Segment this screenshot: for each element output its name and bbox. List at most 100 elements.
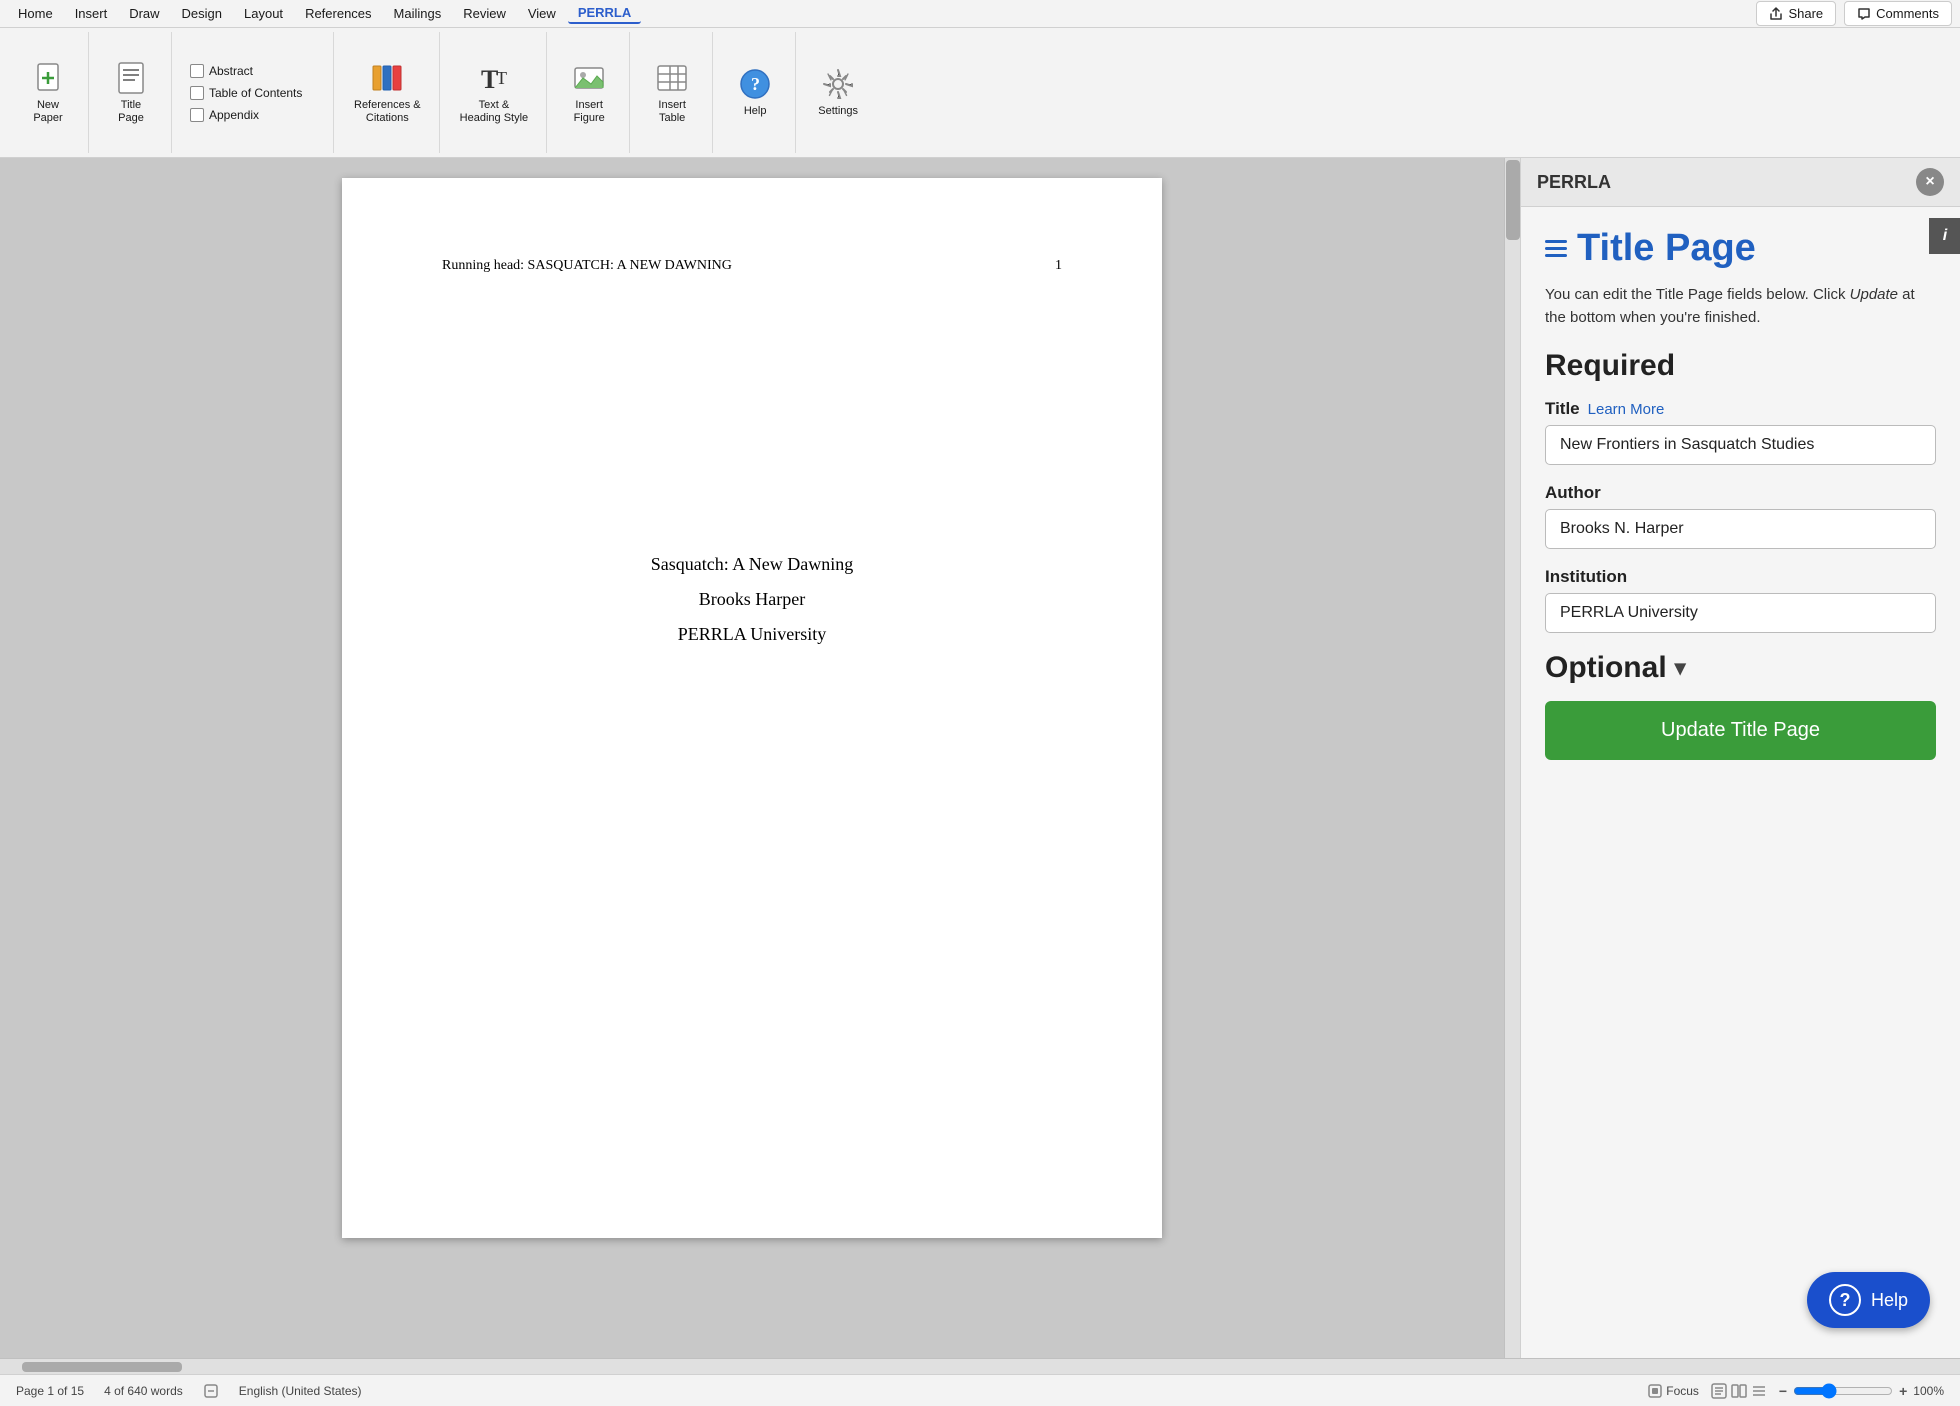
h-scrollbar-thumb[interactable] xyxy=(22,1362,182,1372)
required-heading: Required xyxy=(1545,349,1936,383)
main-area: Running head: SASQUATCH: A NEW DAWNING 1… xyxy=(0,158,1960,1358)
ribbon-group-new-paper: NewPaper xyxy=(8,32,89,153)
ribbon-group-title-page: TitlePage xyxy=(91,32,172,153)
references-citations-button[interactable]: References &Citations xyxy=(346,54,429,131)
references-citations-label: References &Citations xyxy=(354,99,421,125)
toc-label: Table of Contents xyxy=(209,86,302,100)
document-page: Running head: SASQUATCH: A NEW DAWNING 1… xyxy=(342,178,1162,1238)
menu-home[interactable]: Home xyxy=(8,4,63,23)
title-page-icon xyxy=(113,60,149,96)
menu-design[interactable]: Design xyxy=(172,4,232,23)
text-icon: T T xyxy=(476,60,512,96)
optional-chevron-icon: ▾ xyxy=(1675,655,1686,681)
abstract-checkbox[interactable] xyxy=(190,64,204,78)
status-bar: Page 1 of 15 4 of 640 words English (Uni… xyxy=(0,1374,1960,1406)
update-title-page-button[interactable]: Update Title Page xyxy=(1545,701,1936,760)
language: English (United States) xyxy=(239,1384,362,1398)
zoom-level: 100% xyxy=(1913,1384,1944,1398)
panel-section-title: Title Page xyxy=(1545,227,1936,270)
panel-content: Title Page You can edit the Title Page f… xyxy=(1521,207,1960,1358)
help-button[interactable]: ? Help xyxy=(1807,1272,1930,1328)
menu-view[interactable]: View xyxy=(518,4,566,23)
figure-icon xyxy=(571,60,607,96)
insert-figure-button[interactable]: InsertFigure xyxy=(559,54,619,131)
view-icon-2[interactable] xyxy=(1731,1383,1747,1399)
page-number: 1 xyxy=(1055,258,1062,274)
menu-references[interactable]: References xyxy=(295,4,381,23)
track-changes-icon[interactable] xyxy=(203,1383,219,1399)
panel-close-button[interactable]: × xyxy=(1916,168,1944,196)
document-institution: PERRLA University xyxy=(678,624,827,645)
view-controls xyxy=(1711,1383,1767,1399)
panel-info-button[interactable]: i xyxy=(1929,218,1960,254)
help-circle-icon: ? xyxy=(1829,1284,1861,1316)
help-ribbon-label: Help xyxy=(744,105,767,118)
panel-header: PERRLA × xyxy=(1521,158,1960,207)
learn-more-link[interactable]: Learn More xyxy=(1588,401,1665,418)
ribbon-group-figure: InsertFigure xyxy=(549,32,630,153)
zoom-control[interactable]: − + 100% xyxy=(1779,1383,1944,1399)
title-field-label: Title Learn More xyxy=(1545,399,1936,419)
abstract-button[interactable]: Abstract xyxy=(184,61,308,81)
menu-draw[interactable]: Draw xyxy=(119,4,169,23)
menu-review[interactable]: Review xyxy=(453,4,516,23)
panel-header-title: PERRLA xyxy=(1537,172,1611,193)
svg-text:T: T xyxy=(496,68,507,88)
menu-mailings[interactable]: Mailings xyxy=(384,4,452,23)
text-heading-button[interactable]: T T Text &Heading Style xyxy=(452,54,537,131)
help-icon: ? xyxy=(737,66,773,102)
appendix-button[interactable]: Appendix xyxy=(184,105,308,125)
comments-button[interactable]: Comments xyxy=(1844,1,1952,26)
references-icon xyxy=(369,60,405,96)
settings-icon xyxy=(820,66,856,102)
view-icon-3[interactable] xyxy=(1751,1383,1767,1399)
document-area[interactable]: Running head: SASQUATCH: A NEW DAWNING 1… xyxy=(0,158,1504,1358)
table-of-contents-button[interactable]: Table of Contents xyxy=(184,83,308,103)
help-ribbon-button[interactable]: ? Help xyxy=(725,60,785,124)
comments-icon xyxy=(1857,7,1871,21)
view-icon-1[interactable] xyxy=(1711,1383,1727,1399)
hamburger-menu-icon[interactable] xyxy=(1545,240,1567,257)
focus-label[interactable]: Focus xyxy=(1648,1384,1699,1398)
author-input[interactable] xyxy=(1545,509,1936,549)
scrollbar-thumb[interactable] xyxy=(1506,160,1520,240)
author-field-label: Author xyxy=(1545,483,1936,503)
ribbon-group-settings: Settings xyxy=(798,32,878,153)
zoom-slider[interactable] xyxy=(1793,1383,1893,1399)
new-paper-button[interactable]: NewPaper xyxy=(18,54,78,131)
menu-perrla[interactable]: PERRLA xyxy=(568,3,641,24)
zoom-in-icon[interactable]: + xyxy=(1899,1383,1907,1399)
share-icon xyxy=(1769,7,1783,21)
insert-table-button[interactable]: InsertTable xyxy=(642,54,702,131)
optional-heading[interactable]: Optional ▾ xyxy=(1545,651,1936,685)
zoom-out-icon[interactable]: − xyxy=(1779,1383,1787,1399)
panel-description: You can edit the Title Page fields below… xyxy=(1545,284,1936,329)
horizontal-scrollbar[interactable] xyxy=(0,1358,1960,1374)
svg-text:?: ? xyxy=(751,74,760,94)
running-head: Running head: SASQUATCH: A NEW DAWNING xyxy=(442,258,732,274)
ribbon-group-structure: Abstract Table of Contents Appendix xyxy=(174,32,334,153)
appendix-checkbox[interactable] xyxy=(190,108,204,122)
new-paper-label: NewPaper xyxy=(33,99,62,125)
abstract-label: Abstract xyxy=(209,64,253,78)
share-button[interactable]: Share xyxy=(1756,1,1836,26)
ribbon-group-table: InsertTable xyxy=(632,32,713,153)
document-title: Sasquatch: A New Dawning xyxy=(651,554,853,575)
menu-bar: Home Insert Draw Design Layout Reference… xyxy=(0,0,1960,28)
menu-layout[interactable]: Layout xyxy=(234,4,293,23)
new-paper-icon xyxy=(30,60,66,96)
word-count: 4 of 640 words xyxy=(104,1384,183,1398)
title-input[interactable] xyxy=(1545,425,1936,465)
title-page-button[interactable]: TitlePage xyxy=(101,54,161,131)
menu-insert[interactable]: Insert xyxy=(65,4,118,23)
vertical-scrollbar[interactable] xyxy=(1504,158,1520,1358)
ribbon-group-text: T T Text &Heading Style xyxy=(442,32,548,153)
ribbon-group-references: References &Citations xyxy=(336,32,440,153)
toc-checkbox[interactable] xyxy=(190,86,204,100)
page-info: Page 1 of 15 xyxy=(16,1384,84,1398)
settings-button[interactable]: Settings xyxy=(808,60,868,124)
institution-input[interactable] xyxy=(1545,593,1936,633)
appendix-label: Appendix xyxy=(209,108,259,122)
ribbon-group-help: ? Help xyxy=(715,32,796,153)
title-page-label: TitlePage xyxy=(118,99,144,125)
